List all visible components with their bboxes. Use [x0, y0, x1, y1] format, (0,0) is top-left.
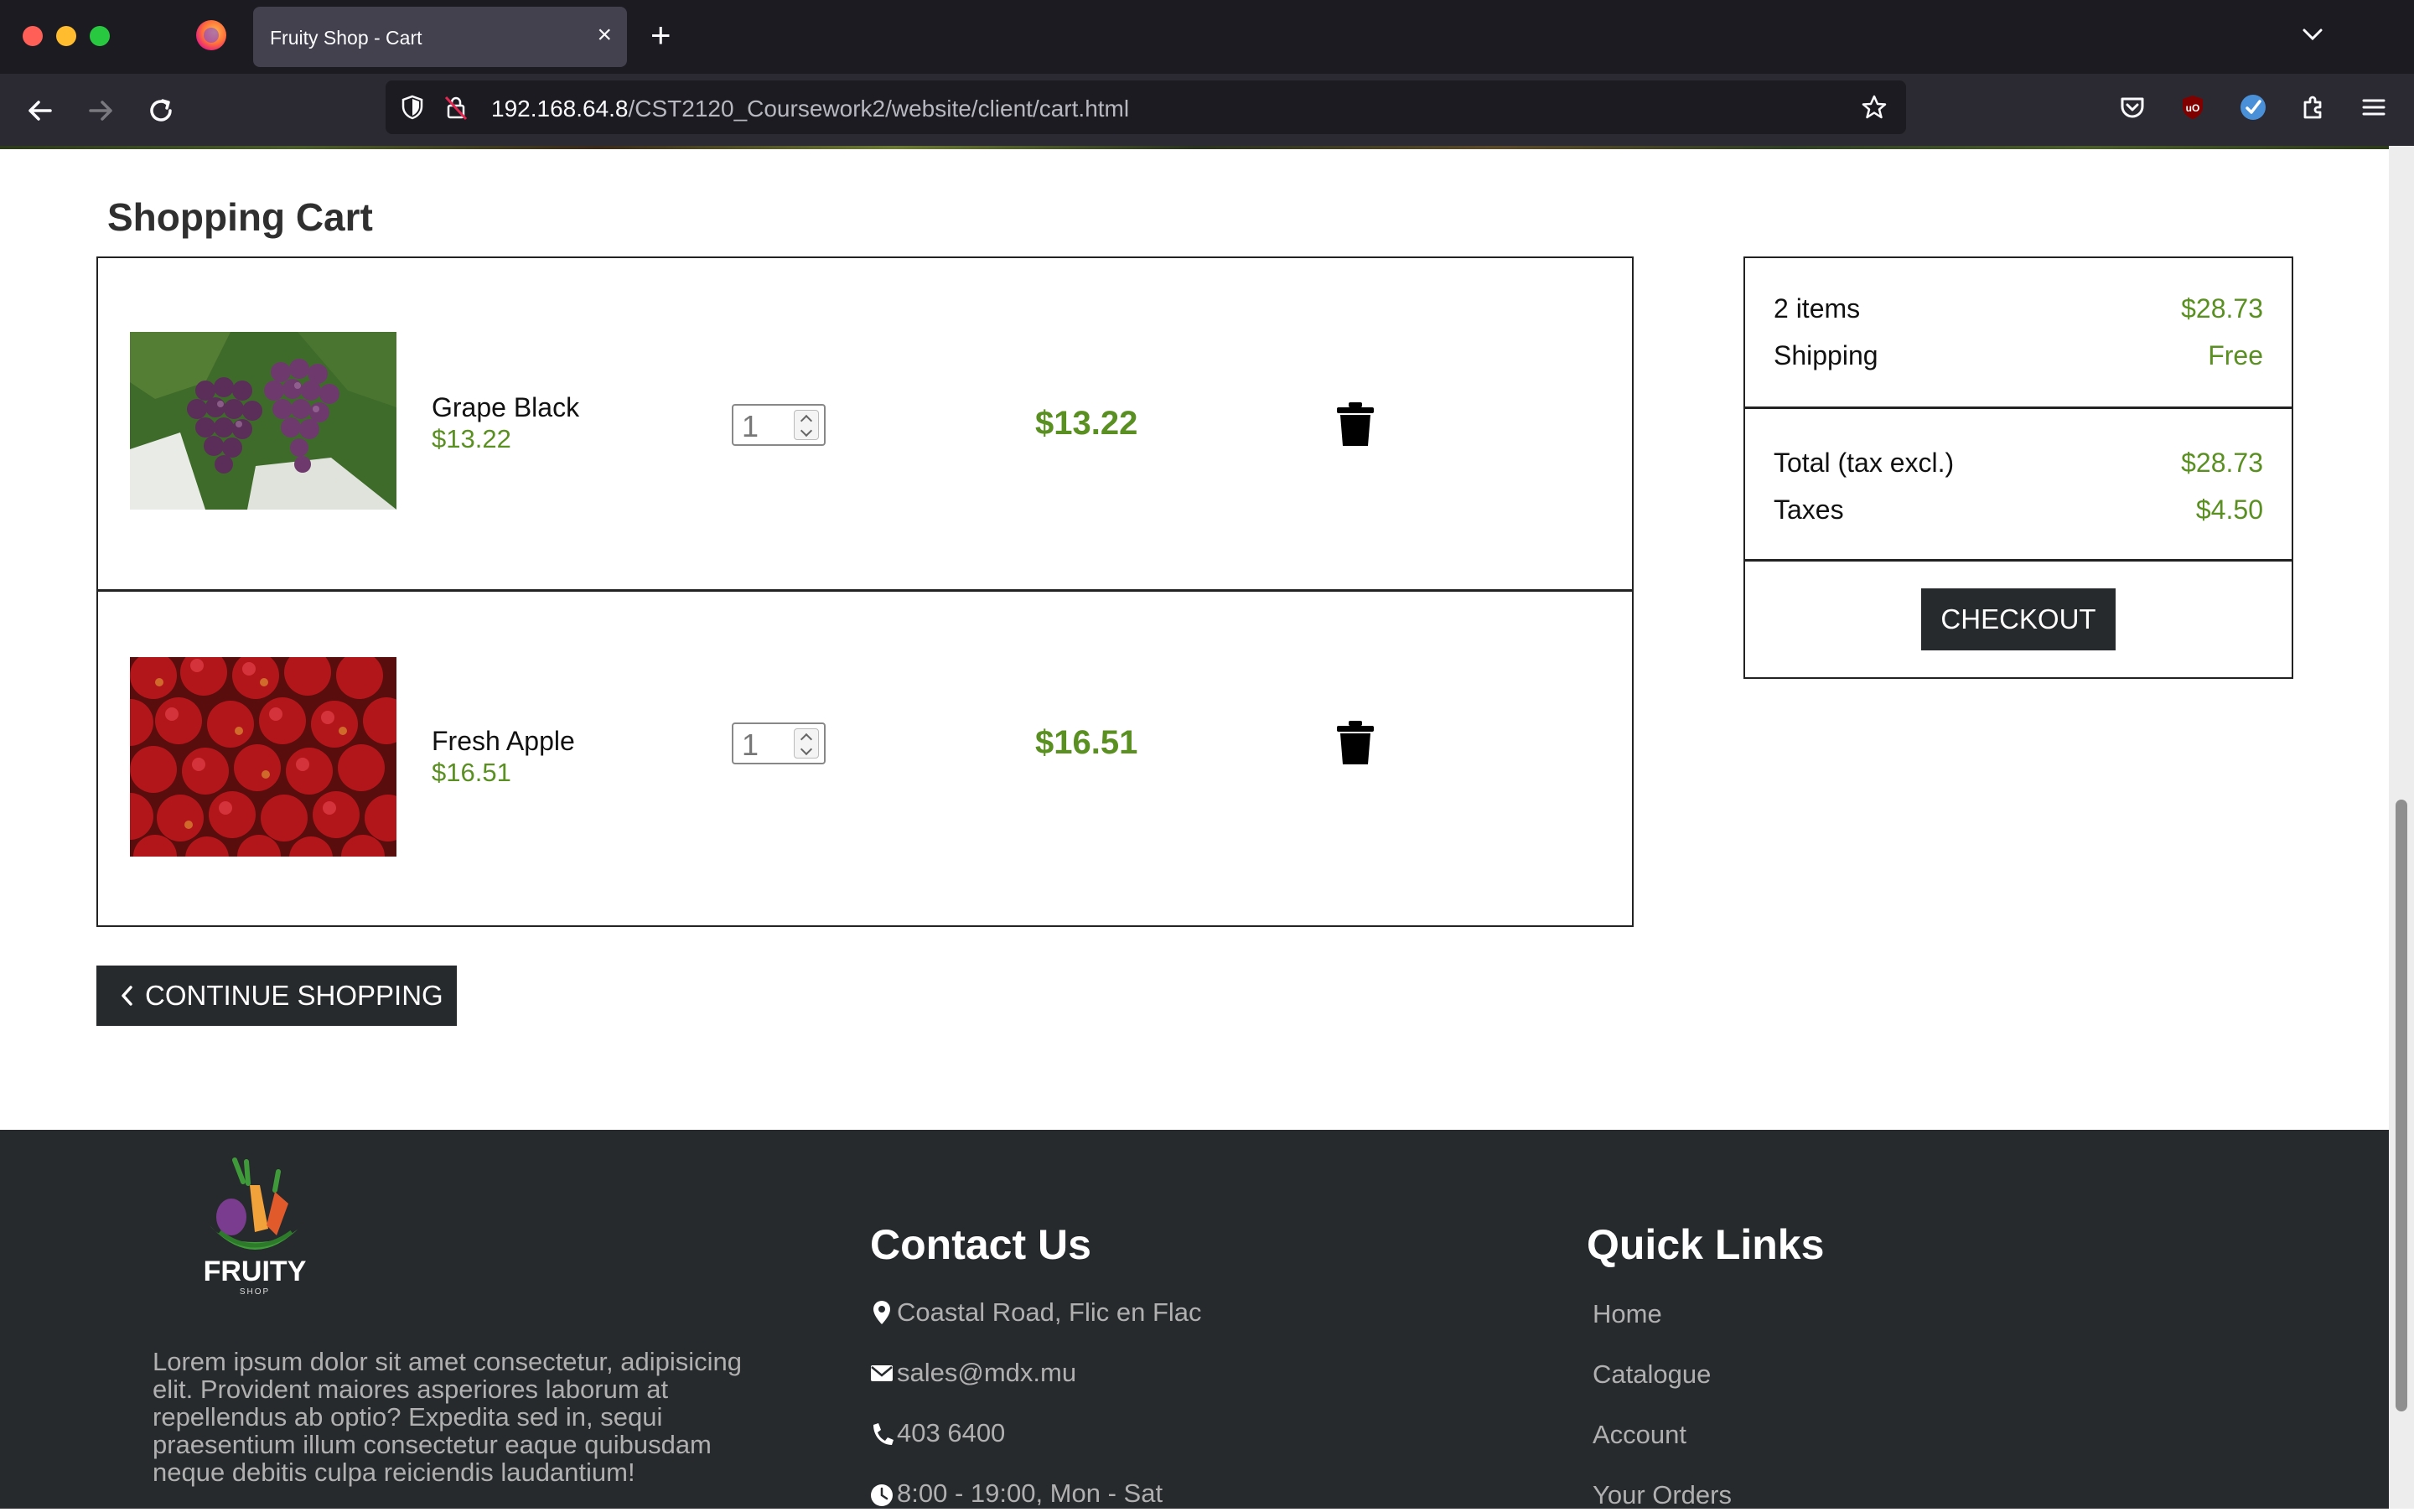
basket-logo-icon — [210, 1157, 302, 1250]
bookmark-star-icon[interactable] — [1859, 92, 1889, 122]
summary-checkout-section: CHECKOUT — [1745, 562, 2292, 677]
footer-about-text: Lorem ipsum dolor sit amet consectetur, … — [153, 1347, 742, 1487]
contact-heading: Contact Us — [870, 1221, 1091, 1268]
product-unit-price: $13.22 — [432, 424, 511, 453]
apples-image — [130, 657, 396, 857]
quantity-value[interactable]: 1 — [742, 409, 759, 444]
chevron-left-icon — [122, 986, 132, 1006]
line-total: $16.51 — [1035, 724, 1138, 761]
shield-icon[interactable] — [397, 92, 427, 122]
hero-banner-edge — [0, 146, 2389, 149]
contact-hours-text: 8:00 - 19:00, Mon - Sat — [897, 1478, 1163, 1508]
summary-total-label: Total (tax excl.) — [1774, 448, 1955, 478]
quantity-stepper[interactable]: 1 — [732, 404, 826, 446]
clock-icon — [871, 1484, 893, 1506]
forward-icon[interactable] — [80, 91, 121, 131]
quick-links-heading: Quick Links — [1587, 1221, 1825, 1268]
address-bar[interactable]: 192.168.64.8/CST2120_Coursework2/website… — [386, 80, 1906, 134]
map-pin-icon — [873, 1301, 890, 1324]
svg-text:uO: uO — [2186, 102, 2200, 114]
reload-icon[interactable] — [141, 91, 181, 131]
tab-list-chevron-icon[interactable] — [2300, 22, 2325, 47]
summary-taxes-value: $4.50 — [2195, 495, 2263, 525]
quantity-value[interactable]: 1 — [742, 728, 759, 763]
page-scrollbar[interactable] — [2389, 146, 2414, 1509]
trash-icon[interactable] — [1335, 719, 1375, 766]
quantity-stepper[interactable]: 1 — [732, 722, 826, 764]
line-total: $13.22 — [1035, 405, 1138, 442]
cart-item-row: Fresh Apple $16.51 1 $16.51 — [98, 592, 1632, 925]
contact-email-text[interactable]: sales@mdx.mu — [897, 1358, 1076, 1388]
pocket-icon[interactable] — [2116, 91, 2149, 124]
url-host: 192.168.64.8 — [491, 96, 629, 122]
contact-phone: 403 6400 — [870, 1418, 1373, 1452]
contact-address: Coastal Road, Flic en Flac — [870, 1297, 1373, 1331]
continue-shopping-label: CONTINUE SHOPPING — [145, 980, 443, 1011]
summary-shipping-label: Shipping — [1774, 340, 1878, 370]
extensions-puzzle-icon[interactable] — [2297, 91, 2330, 124]
product-name: Grape Black — [432, 392, 580, 422]
quick-link-your-orders[interactable]: Your Orders — [1593, 1480, 1732, 1510]
back-icon[interactable] — [20, 91, 60, 131]
continue-shopping-button[interactable]: CONTINUE SHOPPING — [96, 966, 457, 1026]
summary-taxes-label: Taxes — [1774, 495, 1844, 525]
contact-address-text: Coastal Road, Flic en Flac — [897, 1297, 1202, 1327]
minimize-window-button[interactable] — [56, 26, 76, 46]
product-unit-price: $16.51 — [432, 758, 511, 787]
scrollbar-thumb[interactable] — [2396, 800, 2407, 1411]
tab-fruity-shop-cart[interactable]: Fruity Shop - Cart × — [253, 7, 627, 67]
summary-total-row: Total (tax excl.) $28.73 — [1774, 448, 2263, 481]
quantity-spin-buttons[interactable] — [794, 728, 819, 759]
summary-subtotal-section: 2 items $28.73 Shipping Free — [1745, 258, 2292, 409]
summary-items-row: 2 items $28.73 — [1774, 293, 2263, 327]
site-footer: FRUITY SHOP Lorem ipsum dolor sit amet c… — [0, 1130, 2389, 1509]
cart-item-row: Grape Black $13.22 1 $13.22 — [98, 258, 1632, 592]
contact-email[interactable]: sales@mdx.mu — [870, 1358, 1373, 1391]
ublock-origin-icon[interactable]: uO — [2176, 91, 2209, 124]
summary-items-label: 2 items — [1774, 293, 1861, 324]
summary-shipping-row: Shipping Free — [1774, 340, 2263, 374]
extension-blue-icon[interactable] — [2236, 91, 2270, 124]
zoom-window-button[interactable] — [90, 26, 110, 46]
logo-brand-text: FRUITY — [203, 1256, 307, 1287]
new-tab-button[interactable]: + — [650, 15, 671, 55]
logo-sub-text: SHOP — [239, 1287, 271, 1297]
product-name: Fresh Apple — [432, 726, 575, 756]
url-text: 192.168.64.8/CST2120_Coursework2/website… — [491, 96, 1129, 122]
summary-items-value: $28.73 — [2181, 293, 2263, 324]
quick-link-account[interactable]: Account — [1593, 1420, 1686, 1450]
insecure-lock-icon[interactable] — [441, 92, 471, 122]
tab-title: Fruity Shop - Cart — [270, 27, 422, 49]
page-title: Shopping Cart — [107, 195, 373, 239]
close-window-button[interactable] — [23, 26, 43, 46]
summary-taxes-row: Taxes $4.50 — [1774, 495, 2263, 528]
envelope-icon — [871, 1365, 893, 1381]
quantity-spin-buttons[interactable] — [794, 410, 819, 440]
quick-link-catalogue[interactable]: Catalogue — [1593, 1359, 1711, 1390]
summary-total-section: Total (tax excl.) $28.73 Taxes $4.50 — [1745, 409, 2292, 562]
order-summary: 2 items $28.73 Shipping Free Total (tax … — [1743, 256, 2293, 679]
contact-phone-text: 403 6400 — [897, 1418, 1006, 1447]
contact-hours: 8:00 - 19:00, Mon - Sat — [870, 1478, 1373, 1512]
trash-icon[interactable] — [1335, 401, 1375, 448]
firefox-icon[interactable] — [196, 20, 226, 50]
quick-link-home[interactable]: Home — [1593, 1299, 1662, 1329]
browser-tab-bar: Fruity Shop - Cart × + — [0, 0, 2414, 74]
checkout-button[interactable]: CHECKOUT — [1921, 588, 2116, 650]
phone-icon — [873, 1423, 894, 1445]
summary-shipping-value: Free — [2208, 340, 2263, 370]
grapes-image — [130, 332, 396, 510]
url-path: /CST2120_Coursework2/website/client/cart… — [628, 96, 1130, 122]
cart-items-list: Grape Black $13.22 1 $13.22 Fresh Apple … — [96, 256, 1634, 927]
close-tab-icon[interactable]: × — [597, 20, 612, 50]
fruity-shop-logo[interactable]: FRUITY SHOP — [194, 1148, 315, 1313]
app-menu-icon[interactable] — [2357, 91, 2391, 124]
summary-total-value: $28.73 — [2181, 448, 2263, 478]
